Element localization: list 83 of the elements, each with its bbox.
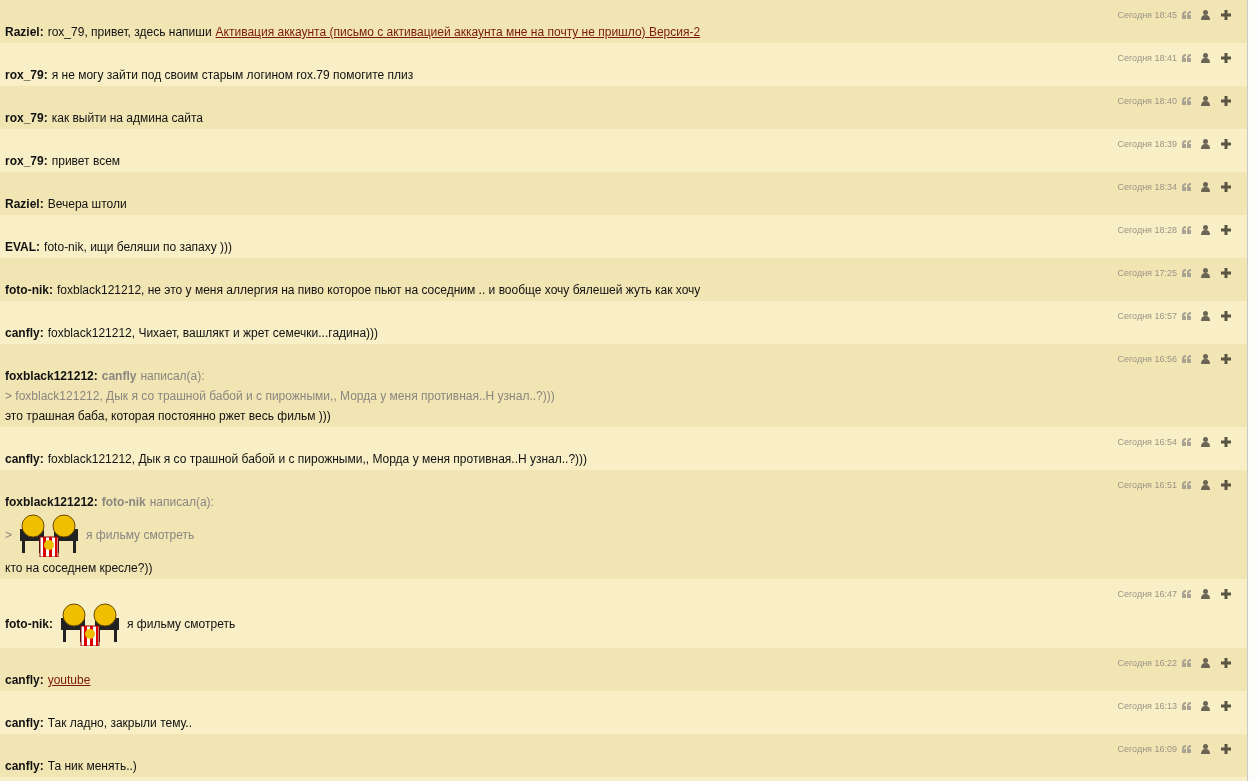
message-timestamp: Сегодня 16:57	[1117, 310, 1177, 321]
message-timestamp: Сегодня 16:56	[1117, 353, 1177, 364]
quote-text: >	[5, 527, 12, 544]
quote-author: foto-nik	[101, 494, 146, 511]
message-timestamp: Сегодня 18:41	[1117, 52, 1177, 63]
plus-icon[interactable]	[1221, 9, 1231, 20]
author-name: canfly:	[5, 451, 44, 468]
message-text: foxblack121212, не это у меня аллергия на пиво которое пьют на соседним .. и вообще хочу бялешей жуть как хочу	[57, 282, 701, 299]
plus-icon[interactable]	[1221, 588, 1231, 599]
user-icon[interactable]	[1201, 95, 1210, 106]
author-name: canfly:	[5, 715, 44, 732]
quote-text: > foxblack121212, Дык я со трашной бабой и с пирожными,, Морда у меня противная..Н узнал..?)))	[5, 388, 555, 405]
plus-icon[interactable]	[1221, 353, 1231, 364]
quote-text: написал(а):	[140, 368, 205, 385]
message-timestamp: Сегодня 17:25	[1117, 267, 1177, 278]
author-name: canfly:	[5, 325, 44, 342]
user-icon[interactable]	[1201, 267, 1210, 278]
plus-icon[interactable]	[1221, 657, 1231, 668]
user-icon[interactable]	[1201, 588, 1210, 599]
message-text: я фильму смотреть	[127, 616, 236, 633]
plus-icon[interactable]	[1221, 181, 1231, 192]
message-timestamp: Сегодня 18:45	[1117, 9, 1177, 20]
message-timestamp: Сегодня 16:51	[1117, 479, 1177, 490]
author-name: rox_79:	[5, 153, 48, 170]
author-name: rox_79:	[5, 110, 48, 127]
message-text: foxblack121212, Дык я со трашной бабой и с пирожными,, Морда у меня противная..Н узнал..?)))	[47, 451, 588, 468]
message-text: как выйти на админа сайта	[51, 110, 204, 127]
plus-icon[interactable]	[1221, 436, 1231, 447]
user-icon[interactable]	[1201, 138, 1210, 149]
message-text: foxblack121212, Чихает, вашлякт и жрет семечки...гадина)))	[47, 325, 379, 342]
message-text: foto-nik, ищи беляши по запаху )))	[44, 239, 233, 256]
user-icon[interactable]	[1201, 52, 1210, 63]
plus-icon[interactable]	[1221, 267, 1231, 278]
message-link[interactable]: Активация аккаунта (письмо с активацией аккаунта мне на почту не пришло) Версия-2	[215, 22, 701, 42]
message-text: кто на соседнем кресле?))	[5, 560, 153, 577]
message-timestamp: Сегодня 16:54	[1117, 436, 1177, 447]
message-text: Та ник менять..)	[47, 758, 137, 775]
author-name: Raziel:	[5, 196, 44, 213]
message-timestamp: Сегодня 18:28	[1117, 224, 1177, 235]
message-timestamp: Сегодня 18:40	[1117, 95, 1177, 106]
plus-icon[interactable]	[1221, 224, 1231, 235]
message-text: привет всем	[51, 153, 121, 170]
user-icon[interactable]	[1201, 181, 1210, 192]
author-name: EVAL:	[5, 239, 41, 256]
plus-icon[interactable]	[1221, 479, 1231, 490]
author-name: canfly:	[5, 758, 44, 775]
message-text: Так ладно, закрыли тему..	[47, 715, 193, 732]
plus-icon[interactable]	[1221, 138, 1231, 149]
user-icon[interactable]	[1201, 224, 1210, 235]
plus-icon[interactable]	[1221, 700, 1231, 711]
plus-icon[interactable]	[1221, 52, 1231, 63]
author-name: foxblack121212:	[5, 368, 98, 385]
author-name: canfly:	[5, 672, 44, 689]
author-name: rox_79:	[5, 67, 48, 84]
message-text: rox_79, привет, здесь напиши	[47, 24, 212, 41]
plus-icon[interactable]	[1221, 310, 1231, 321]
quote-author: canfly	[101, 368, 137, 385]
author-name: foxblack121212:	[5, 494, 98, 511]
author-name: foto-nik:	[5, 282, 53, 299]
quote-text: я фильму смотреть	[86, 527, 195, 544]
user-icon[interactable]	[1201, 657, 1210, 668]
user-icon[interactable]	[1201, 743, 1210, 754]
message-text: это трашная баба, которая постоянно ржет весь фильм )))	[5, 408, 331, 425]
message-timestamp: Сегодня 16:09	[1117, 743, 1177, 754]
plus-icon[interactable]	[1221, 95, 1231, 106]
user-icon[interactable]	[1201, 436, 1210, 447]
message-link[interactable]: youtube	[47, 670, 91, 690]
author-name: foto-nik:	[5, 616, 53, 633]
message-timestamp: Сегодня 16:22	[1117, 657, 1177, 668]
message-timestamp: Сегодня 18:39	[1117, 138, 1177, 149]
message-text: я не могу зайти под своим старым логином rox.79 помогите плиз	[51, 67, 414, 84]
user-icon[interactable]	[1201, 479, 1210, 490]
user-icon[interactable]	[1201, 310, 1210, 321]
message-timestamp: Сегодня 16:13	[1117, 700, 1177, 711]
author-name: Raziel:	[5, 24, 44, 41]
plus-icon[interactable]	[1221, 743, 1231, 754]
message-timestamp: Сегодня 18:34	[1117, 181, 1177, 192]
user-icon[interactable]	[1201, 9, 1210, 20]
user-icon[interactable]	[1201, 353, 1210, 364]
user-icon[interactable]	[1201, 700, 1210, 711]
message-timestamp: Сегодня 16:47	[1117, 588, 1177, 599]
quote-text: написал(а):	[149, 494, 214, 511]
message-text: Вечера штоли	[47, 196, 127, 213]
